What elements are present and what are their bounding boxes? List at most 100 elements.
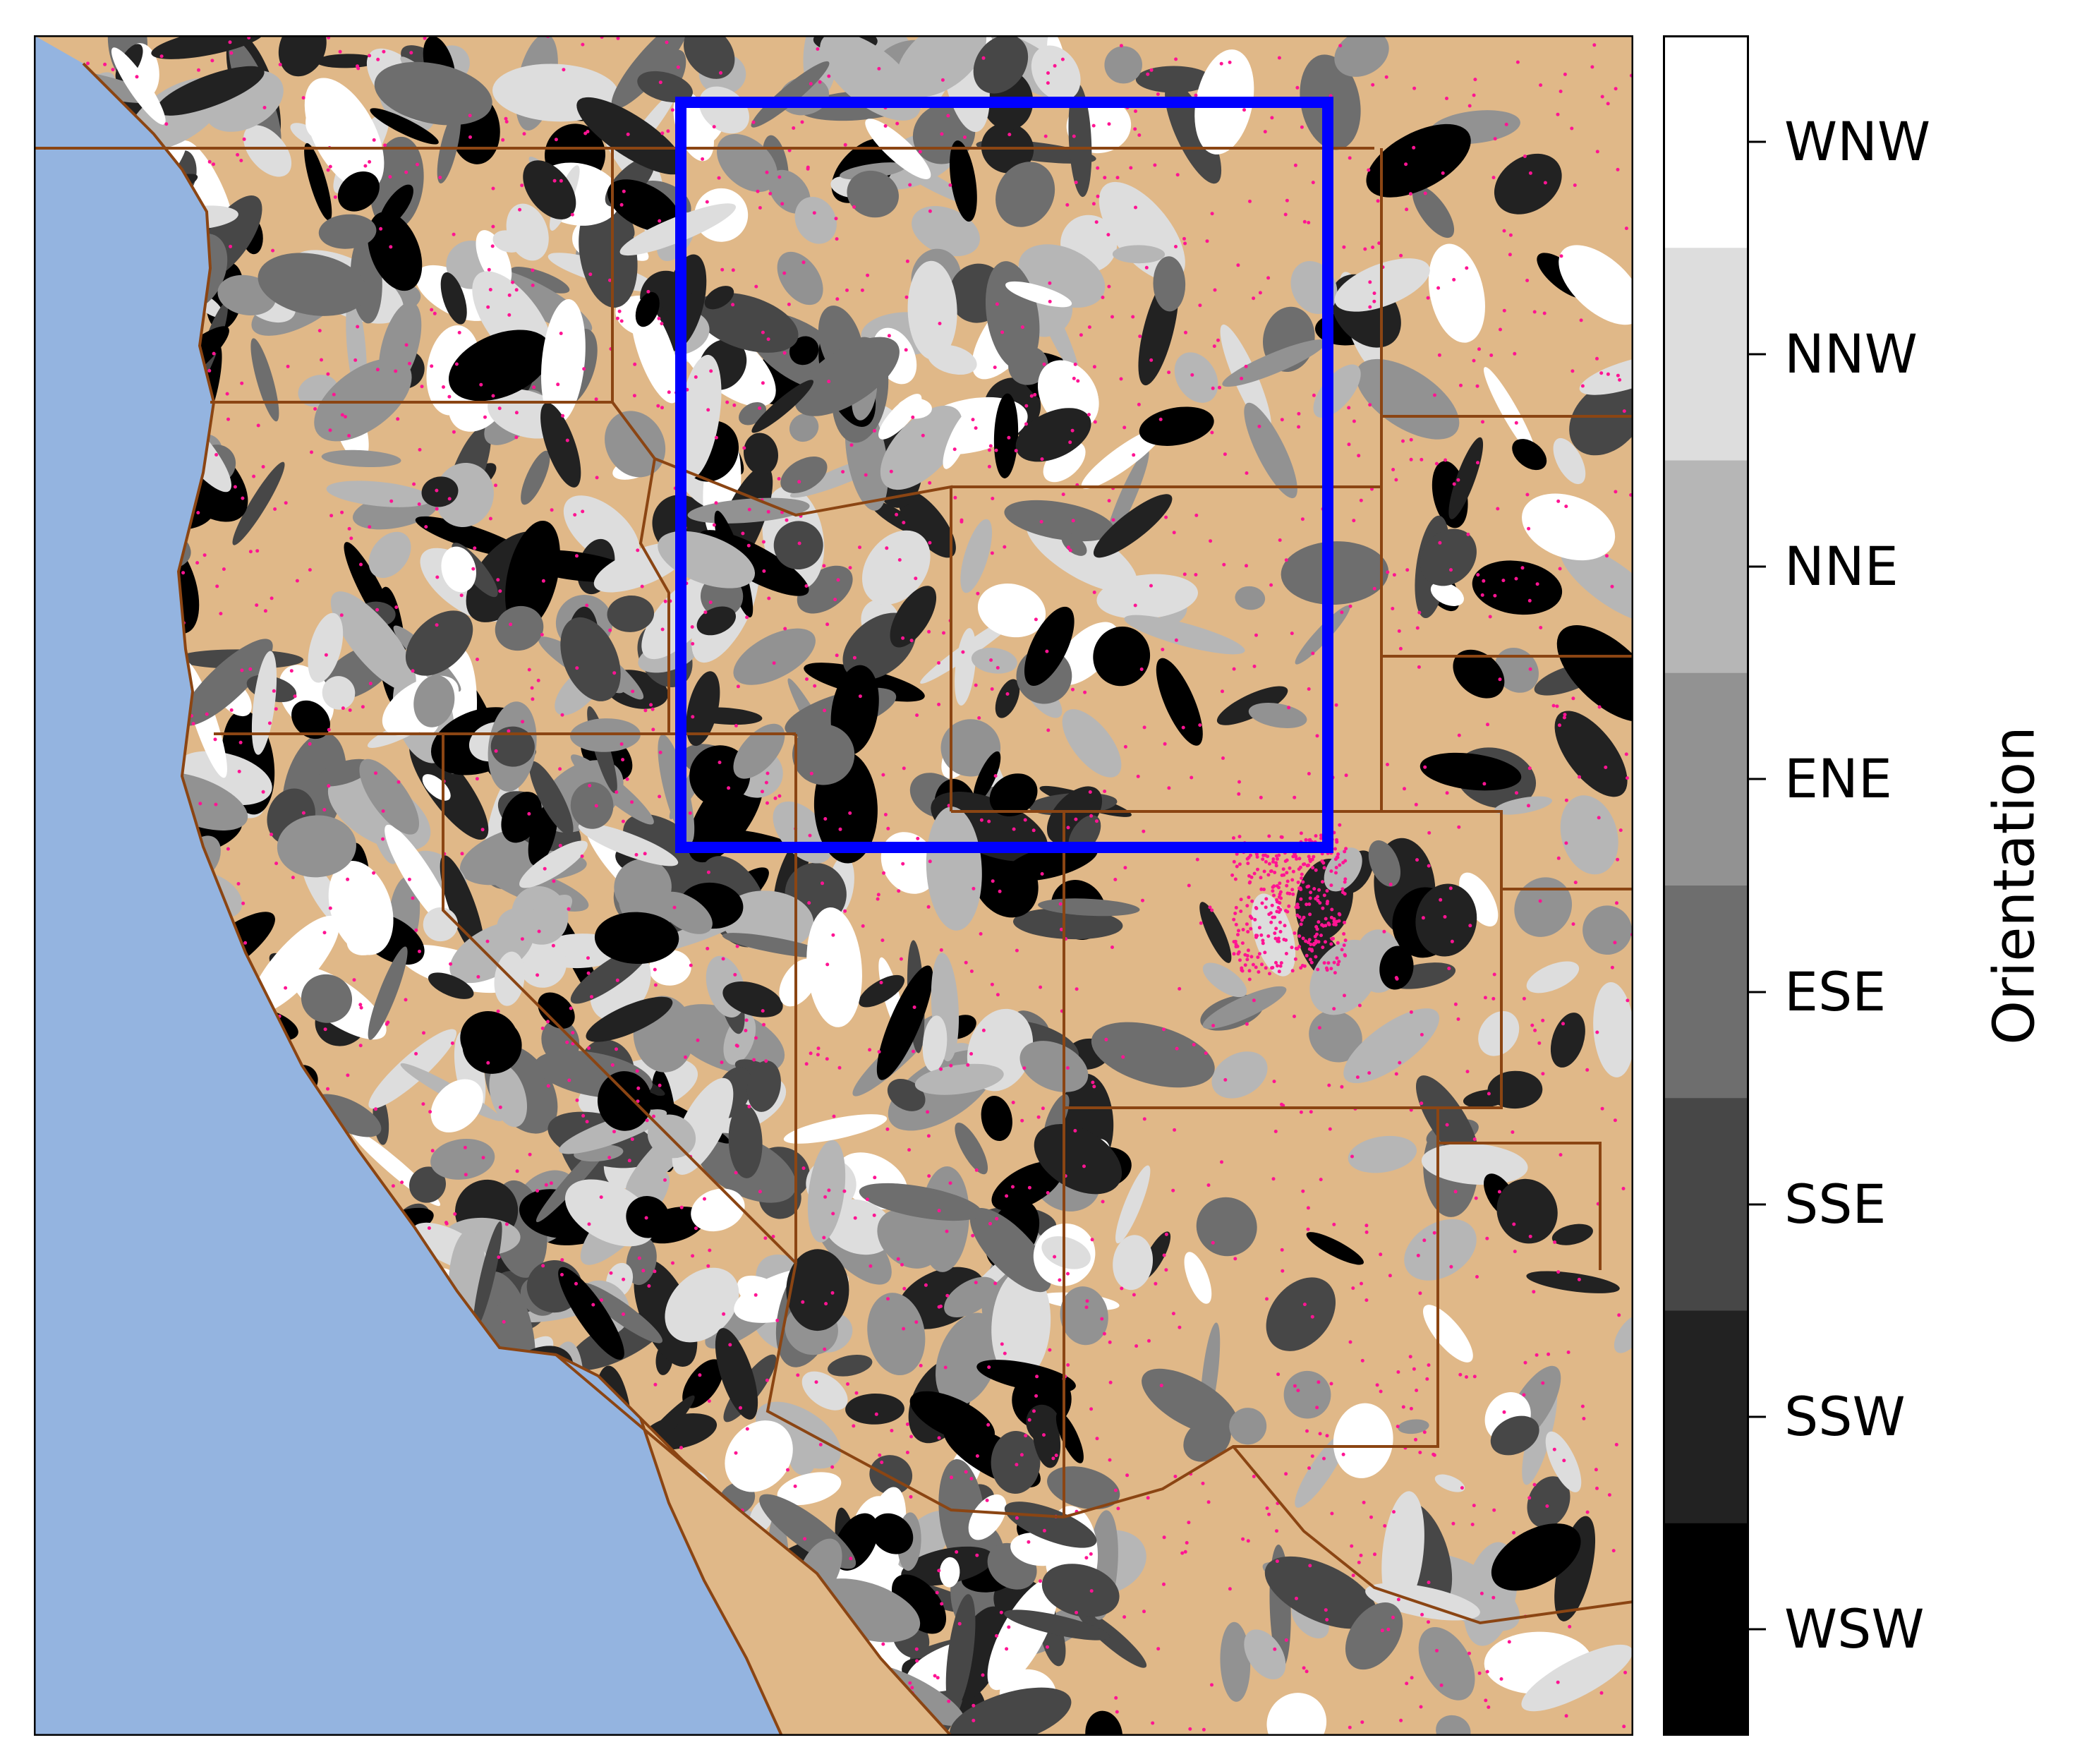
station-point — [540, 1026, 545, 1030]
station-point — [1453, 1002, 1458, 1006]
station-point — [541, 579, 545, 583]
station-point — [1467, 104, 1472, 108]
station-point — [1110, 946, 1114, 949]
station-point — [1091, 1080, 1095, 1085]
station-point — [1153, 163, 1157, 167]
station-point — [1245, 957, 1249, 962]
station-point — [502, 1319, 506, 1324]
station-point — [897, 889, 901, 893]
station-point — [1535, 1353, 1539, 1357]
station-point — [1020, 325, 1024, 330]
station-point — [640, 584, 644, 588]
orientation-colorbar — [1663, 35, 1749, 1736]
station-point — [237, 769, 241, 773]
station-point — [912, 1005, 916, 1009]
station-point — [435, 623, 439, 627]
station-point — [1404, 162, 1408, 167]
station-point — [783, 627, 787, 631]
station-point — [707, 1399, 711, 1403]
station-point — [418, 447, 422, 452]
station-point — [1615, 901, 1618, 905]
station-point — [1307, 687, 1311, 691]
station-point — [213, 737, 217, 742]
station-point — [866, 273, 870, 277]
station-point — [1164, 1232, 1168, 1236]
station-point — [1194, 573, 1198, 576]
station-point — [531, 268, 535, 272]
station-point — [1394, 478, 1398, 482]
station-point — [1604, 766, 1608, 769]
station-point — [1360, 1281, 1363, 1286]
station-point — [767, 596, 771, 600]
station-point — [359, 562, 363, 567]
station-point — [1472, 1375, 1477, 1379]
station-point — [1123, 744, 1127, 749]
station-point — [1368, 305, 1372, 309]
station-point — [952, 447, 957, 452]
station-point — [1312, 887, 1317, 891]
station-point — [762, 569, 766, 573]
station-point — [1167, 370, 1171, 375]
station-point — [570, 212, 574, 217]
station-point — [591, 1303, 595, 1307]
station-point — [1265, 1506, 1269, 1510]
station-point — [904, 348, 908, 352]
station-point — [255, 549, 260, 553]
station-point — [1438, 540, 1442, 545]
station-point — [928, 859, 932, 864]
station-point — [1164, 1268, 1168, 1272]
station-point — [876, 893, 880, 897]
station-point — [379, 226, 383, 231]
station-point — [430, 364, 434, 368]
station-point — [1300, 517, 1305, 521]
station-point — [939, 1067, 943, 1071]
station-point — [1297, 411, 1301, 416]
station-point — [971, 418, 975, 422]
station-point — [1257, 970, 1261, 974]
station-point — [353, 358, 358, 362]
station-point — [734, 1044, 739, 1048]
station-point — [1258, 291, 1262, 295]
station-point — [742, 446, 746, 450]
station-point — [1396, 1425, 1400, 1429]
station-point — [531, 283, 535, 287]
station-point — [1372, 299, 1376, 303]
station-point — [1336, 941, 1340, 945]
station-point — [1532, 1290, 1536, 1294]
station-point — [293, 694, 297, 699]
station-point — [1350, 1154, 1354, 1159]
station-point — [1410, 1676, 1414, 1680]
station-point — [375, 368, 380, 372]
station-point — [1221, 756, 1225, 760]
station-point — [1234, 905, 1238, 910]
station-point — [1332, 1007, 1336, 1011]
station-point — [617, 309, 622, 313]
station-point — [1405, 568, 1410, 572]
station-point — [1302, 964, 1307, 968]
station-point — [641, 1269, 646, 1273]
station-point — [1435, 1648, 1439, 1653]
station-point — [957, 1621, 962, 1626]
station-point — [1386, 763, 1389, 766]
station-point — [1042, 1528, 1046, 1533]
station-point — [1491, 996, 1496, 1001]
station-point — [1199, 921, 1203, 925]
station-point — [289, 669, 293, 673]
station-point — [1300, 125, 1304, 129]
station-point — [1556, 1680, 1560, 1684]
station-point — [969, 1052, 974, 1056]
station-point — [498, 589, 502, 593]
station-point — [1068, 548, 1072, 552]
station-point — [1162, 1253, 1166, 1257]
station-point — [1408, 1355, 1412, 1359]
station-point — [1230, 873, 1235, 877]
station-point — [943, 1365, 948, 1370]
station-point — [344, 415, 347, 419]
station-point — [746, 543, 751, 548]
colorbar-tick — [1749, 1203, 1766, 1206]
station-point — [1443, 914, 1447, 919]
station-point — [1134, 1344, 1139, 1348]
station-point — [946, 114, 950, 118]
station-point — [834, 217, 838, 221]
station-point — [1487, 1705, 1491, 1709]
